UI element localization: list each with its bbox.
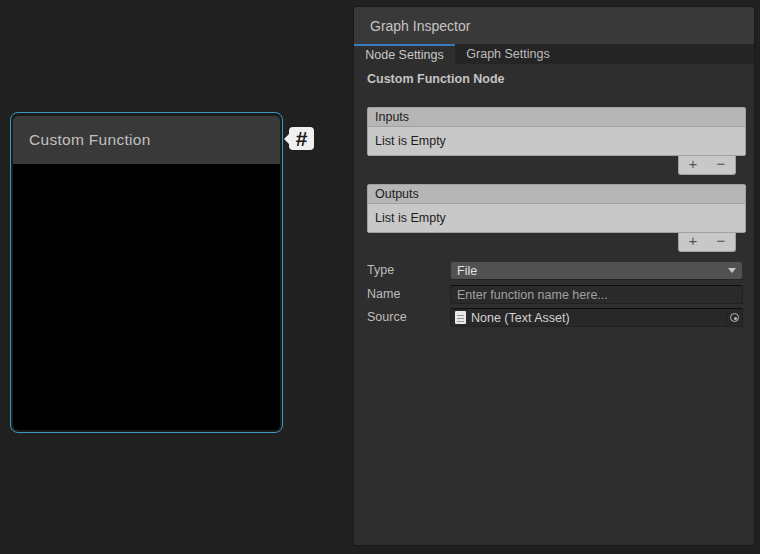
chevron-down-icon [728,268,736,273]
graph-inspector-panel: Graph Inspector Node Settings Graph Sett… [353,6,755,546]
source-label: Source [367,308,407,327]
outputs-list-body: List is Empty [368,204,745,232]
outputs-empty-label: List is Empty [375,211,446,225]
object-picker-icon [730,313,739,322]
inputs-list-header: Inputs [368,108,745,127]
text-asset-icon [455,311,466,324]
section-title: Custom Function Node [367,72,505,87]
node-header[interactable]: Custom Function [13,116,280,164]
tab-graph-settings[interactable]: Graph Settings [455,44,561,64]
type-dropdown[interactable]: File [450,261,743,280]
hash-icon: # [289,127,314,150]
outputs-list: Outputs List is Empty [367,184,746,233]
node-body [13,164,280,430]
outputs-list-title: Outputs [375,187,419,201]
type-label: Type [367,261,394,280]
outputs-list-header: Outputs [368,185,745,204]
inputs-remove-button[interactable]: − [707,156,735,174]
custom-function-node[interactable]: Custom Function [10,112,283,433]
outputs-remove-button[interactable]: − [707,233,735,251]
tab-node-settings[interactable]: Node Settings [354,44,455,64]
source-object-field[interactable]: None (Text Asset) [450,308,743,327]
name-label: Name [367,285,400,304]
outputs-list-footer: + − [678,233,736,252]
inputs-empty-label: List is Empty [375,134,446,148]
inspector-title: Graph Inspector [370,18,470,34]
tab-node-settings-label: Node Settings [365,48,444,62]
object-picker-button[interactable] [726,309,742,326]
function-name-input[interactable] [450,285,743,304]
tab-graph-settings-label: Graph Settings [466,47,549,61]
inputs-list-body: List is Empty [368,127,745,155]
inputs-list-footer: + − [678,156,736,175]
type-dropdown-value: File [457,264,477,278]
source-object-value: None (Text Asset) [471,311,570,325]
node-title: Custom Function [29,131,151,149]
outputs-add-button[interactable]: + [679,233,707,251]
inspector-tabbar: Node Settings Graph Settings [354,44,754,64]
inputs-list: Inputs List is Empty [367,107,746,156]
inspector-header[interactable]: Graph Inspector [354,7,754,44]
node-precision-badge[interactable]: # [284,127,314,150]
inputs-list-title: Inputs [375,110,409,124]
inputs-add-button[interactable]: + [679,156,707,174]
